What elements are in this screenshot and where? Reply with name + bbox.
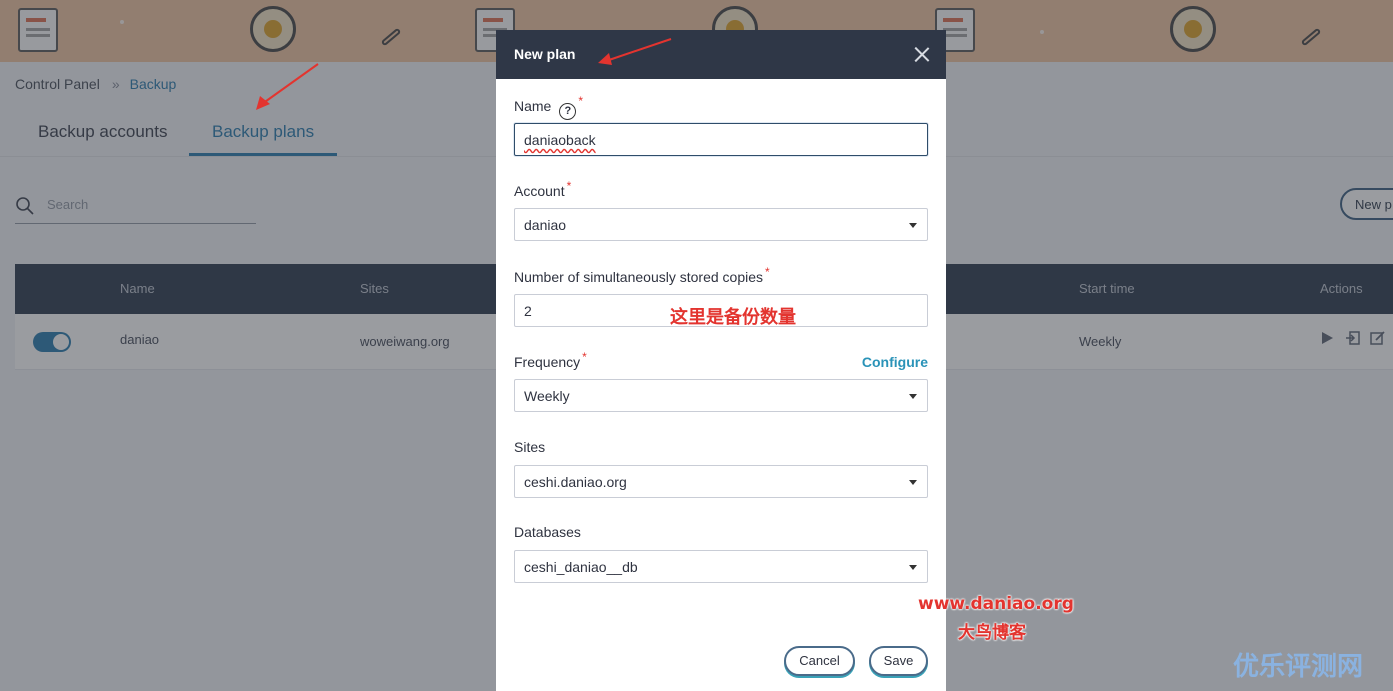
sites-select[interactable]: ceshi.daniao.org	[514, 465, 928, 498]
databases-field-group: Databases ceshi_daniao__db	[514, 524, 928, 583]
databases-label: Databases	[514, 524, 581, 540]
dialog-header: New plan	[496, 30, 946, 79]
name-field-group: Name ?* daniaoback	[514, 94, 928, 156]
copies-label: Number of simultaneously stored copies	[514, 269, 764, 285]
frequency-select-value: Weekly	[524, 388, 570, 404]
copies-input-value: 2	[524, 303, 532, 319]
chevron-down-icon	[909, 223, 917, 228]
sites-select-value: ceshi.daniao.org	[524, 474, 627, 490]
name-input[interactable]: daniaoback	[514, 123, 928, 156]
name-label: Name	[514, 98, 552, 114]
required-mark: *	[566, 179, 572, 193]
dialog-title: New plan	[514, 46, 576, 62]
frequency-select[interactable]: Weekly	[514, 379, 928, 412]
sites-label: Sites	[514, 439, 546, 455]
chevron-down-icon	[909, 480, 917, 485]
chevron-down-icon	[909, 565, 917, 570]
watermark-url: www.daniao.org	[918, 594, 1074, 614]
required-mark: *	[582, 350, 587, 364]
configure-link[interactable]: Configure	[862, 354, 928, 370]
save-button[interactable]: Save	[869, 646, 928, 676]
frequency-label: Frequency	[514, 354, 581, 370]
cancel-button[interactable]: Cancel	[784, 646, 855, 676]
account-field-group: Account * daniao	[514, 179, 928, 241]
databases-select-value: ceshi_daniao__db	[524, 559, 638, 575]
close-icon[interactable]	[914, 47, 929, 62]
annotation-arrow-icon	[256, 63, 319, 110]
account-select[interactable]: daniao	[514, 208, 928, 241]
account-label: Account	[514, 183, 565, 199]
corner-watermark: 优乐评测网	[1233, 652, 1364, 682]
new-plan-dialog: New plan Name ?* daniaoback Account * dani…	[496, 30, 946, 691]
annotation-arrow-icon	[598, 38, 672, 65]
frequency-field-group: Frequency * Configure Weekly	[514, 350, 928, 412]
required-mark: *	[578, 94, 584, 108]
required-mark: *	[765, 265, 770, 279]
help-icon[interactable]: ?	[559, 103, 577, 120]
watermark-name: 大鸟博客	[958, 623, 1026, 643]
databases-select[interactable]: ceshi_daniao__db	[514, 550, 928, 583]
copies-field-group: Number of simultaneously stored copies * …	[514, 265, 928, 327]
copies-annotation: 这里是备份数量	[670, 307, 796, 328]
chevron-down-icon	[909, 394, 917, 399]
sites-field-group: Sites ceshi.daniao.org	[514, 439, 928, 498]
name-input-value: daniaoback	[524, 132, 596, 148]
account-select-value: daniao	[524, 217, 567, 233]
